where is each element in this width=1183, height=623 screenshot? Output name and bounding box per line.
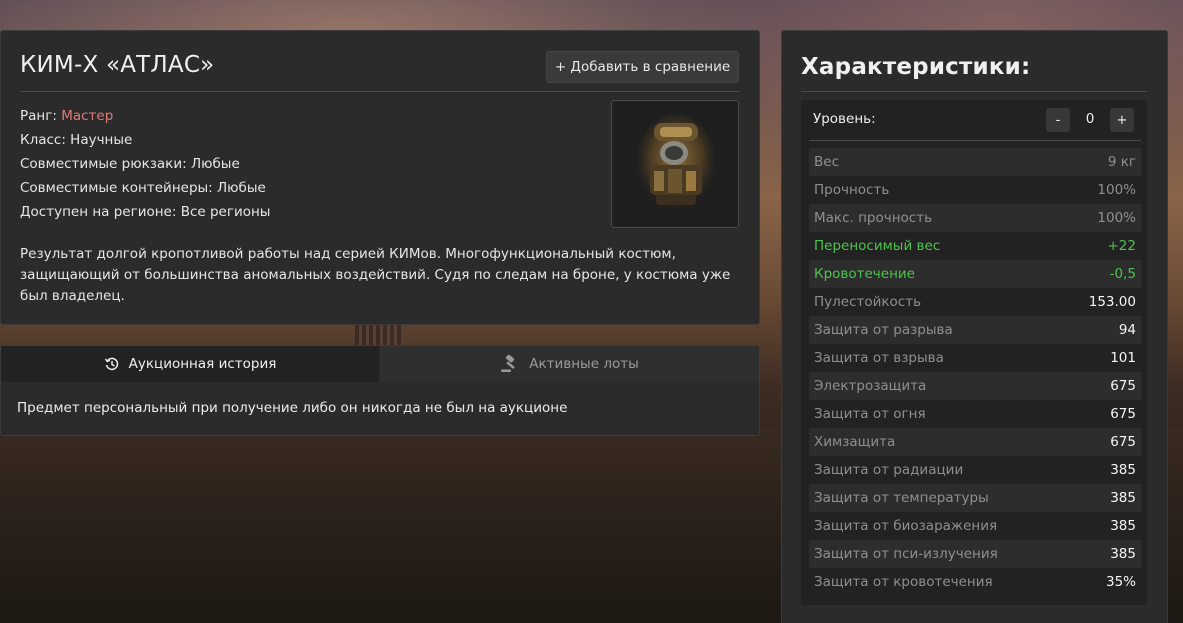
stat-name: Защита от кровотечения [814,574,993,590]
item-description: Результат долгой кропотливой работы над … [20,246,731,304]
stat-name: Защита от температуры [814,490,989,506]
stat-row: Защита от температуры 385 [809,484,1141,512]
class-line: Класс: Научные [20,132,133,148]
tab-auction-history[interactable]: Аукционная история [1,346,379,382]
stat-row: Переносимый вес +22 [809,232,1141,260]
stat-name: Переносимый вес [814,238,941,254]
stat-name: Защита от пси-излучения [814,546,998,562]
stat-row: Кровотечение -0,5 [809,260,1141,288]
stat-name: Защита от разрыва [814,322,953,338]
item-title: КИМ-Х «АТЛАС» [20,52,215,78]
item-info: Ранг: Мастер Класс: Научные Совместимые … [20,104,270,224]
stat-value: 100% [1097,210,1136,226]
stat-row: Пулестойкость 153.00 [809,288,1141,316]
rank-line: Ранг: Мастер [20,104,270,128]
stat-name: Прочность [814,182,890,198]
stat-value: 385 [1110,518,1136,534]
level-label: Уровень: [813,111,876,127]
tab-active-lots[interactable]: Активные лоты [380,346,759,382]
add-to-compare-button[interactable]: + Добавить в сравнение [546,51,739,83]
stat-row: Защита от взрыва 101 [809,344,1141,372]
stat-name: Вес [814,154,839,170]
stat-row: Защита от разрыва 94 [809,316,1141,344]
level-divider [809,140,1141,141]
stat-row: Защита от биозаражения 385 [809,512,1141,540]
stat-name: Защита от биозаражения [814,518,998,534]
stat-name: Электрозащита [814,378,927,394]
backpacks-line: Совместимые рюкзаки: Любые [20,156,240,172]
gavel-icon [501,355,516,372]
region-line: Доступен на регионе: Все регионы [20,204,271,220]
stat-value: 385 [1110,490,1136,506]
stat-name: Защита от радиации [814,462,964,478]
stat-name: Пулестойкость [814,294,922,310]
stat-value: 153.00 [1088,294,1136,310]
stat-name: Макс. прочность [814,210,933,226]
history-icon [104,357,118,371]
stat-value: 101 [1110,350,1136,366]
stat-value: 94 [1118,322,1136,338]
stat-name: Химзащита [814,434,896,450]
stat-row: Химзащита 675 [809,428,1141,456]
stats-title: Характеристики: [801,54,1031,80]
stat-row: Защита от кровотечения 35% [809,568,1141,596]
tab-active-lots-label: Активные лоты [529,356,639,372]
stat-value: 675 [1110,406,1136,422]
stat-name: Защита от взрыва [814,350,944,366]
stat-value: 385 [1110,546,1136,562]
stat-value: -0,5 [1109,266,1136,282]
tab-auction-history-label: Аукционная история [128,356,277,372]
rank-label: Ранг: [20,108,62,124]
stat-value: 675 [1110,378,1136,394]
stat-value: 9 кг [1107,154,1136,170]
level-value: 0 [1085,111,1095,127]
stat-value: 100% [1097,182,1136,198]
level-decrease-button[interactable]: - [1046,108,1070,132]
stat-row: Электрозащита 675 [809,372,1141,400]
item-image [611,100,739,228]
stat-value: +22 [1107,238,1137,254]
stat-value: 675 [1110,434,1136,450]
stat-value: 35% [1105,574,1136,590]
stats-title-divider [801,91,1147,92]
containers-line: Совместимые контейнеры: Любые [20,180,266,196]
stat-row: Прочность 100% [809,176,1141,204]
stat-row: Макс. прочность 100% [809,204,1141,232]
title-divider [20,91,740,92]
stat-value: 385 [1110,462,1136,478]
stat-row: Вес 9 кг [809,148,1141,176]
auction-message: Предмет персональный при получение либо … [17,400,568,416]
stat-name: Кровотечение [814,266,915,282]
stat-row: Защита от радиации 385 [809,456,1141,484]
rank-value: Мастер [61,108,114,124]
stat-name: Защита от огня [814,406,926,422]
stat-row: Защита от огня 675 [809,400,1141,428]
stat-row: Защита от пси-излучения 385 [809,540,1141,568]
level-increase-button[interactable]: + [1110,108,1134,132]
suit-image [636,115,716,211]
